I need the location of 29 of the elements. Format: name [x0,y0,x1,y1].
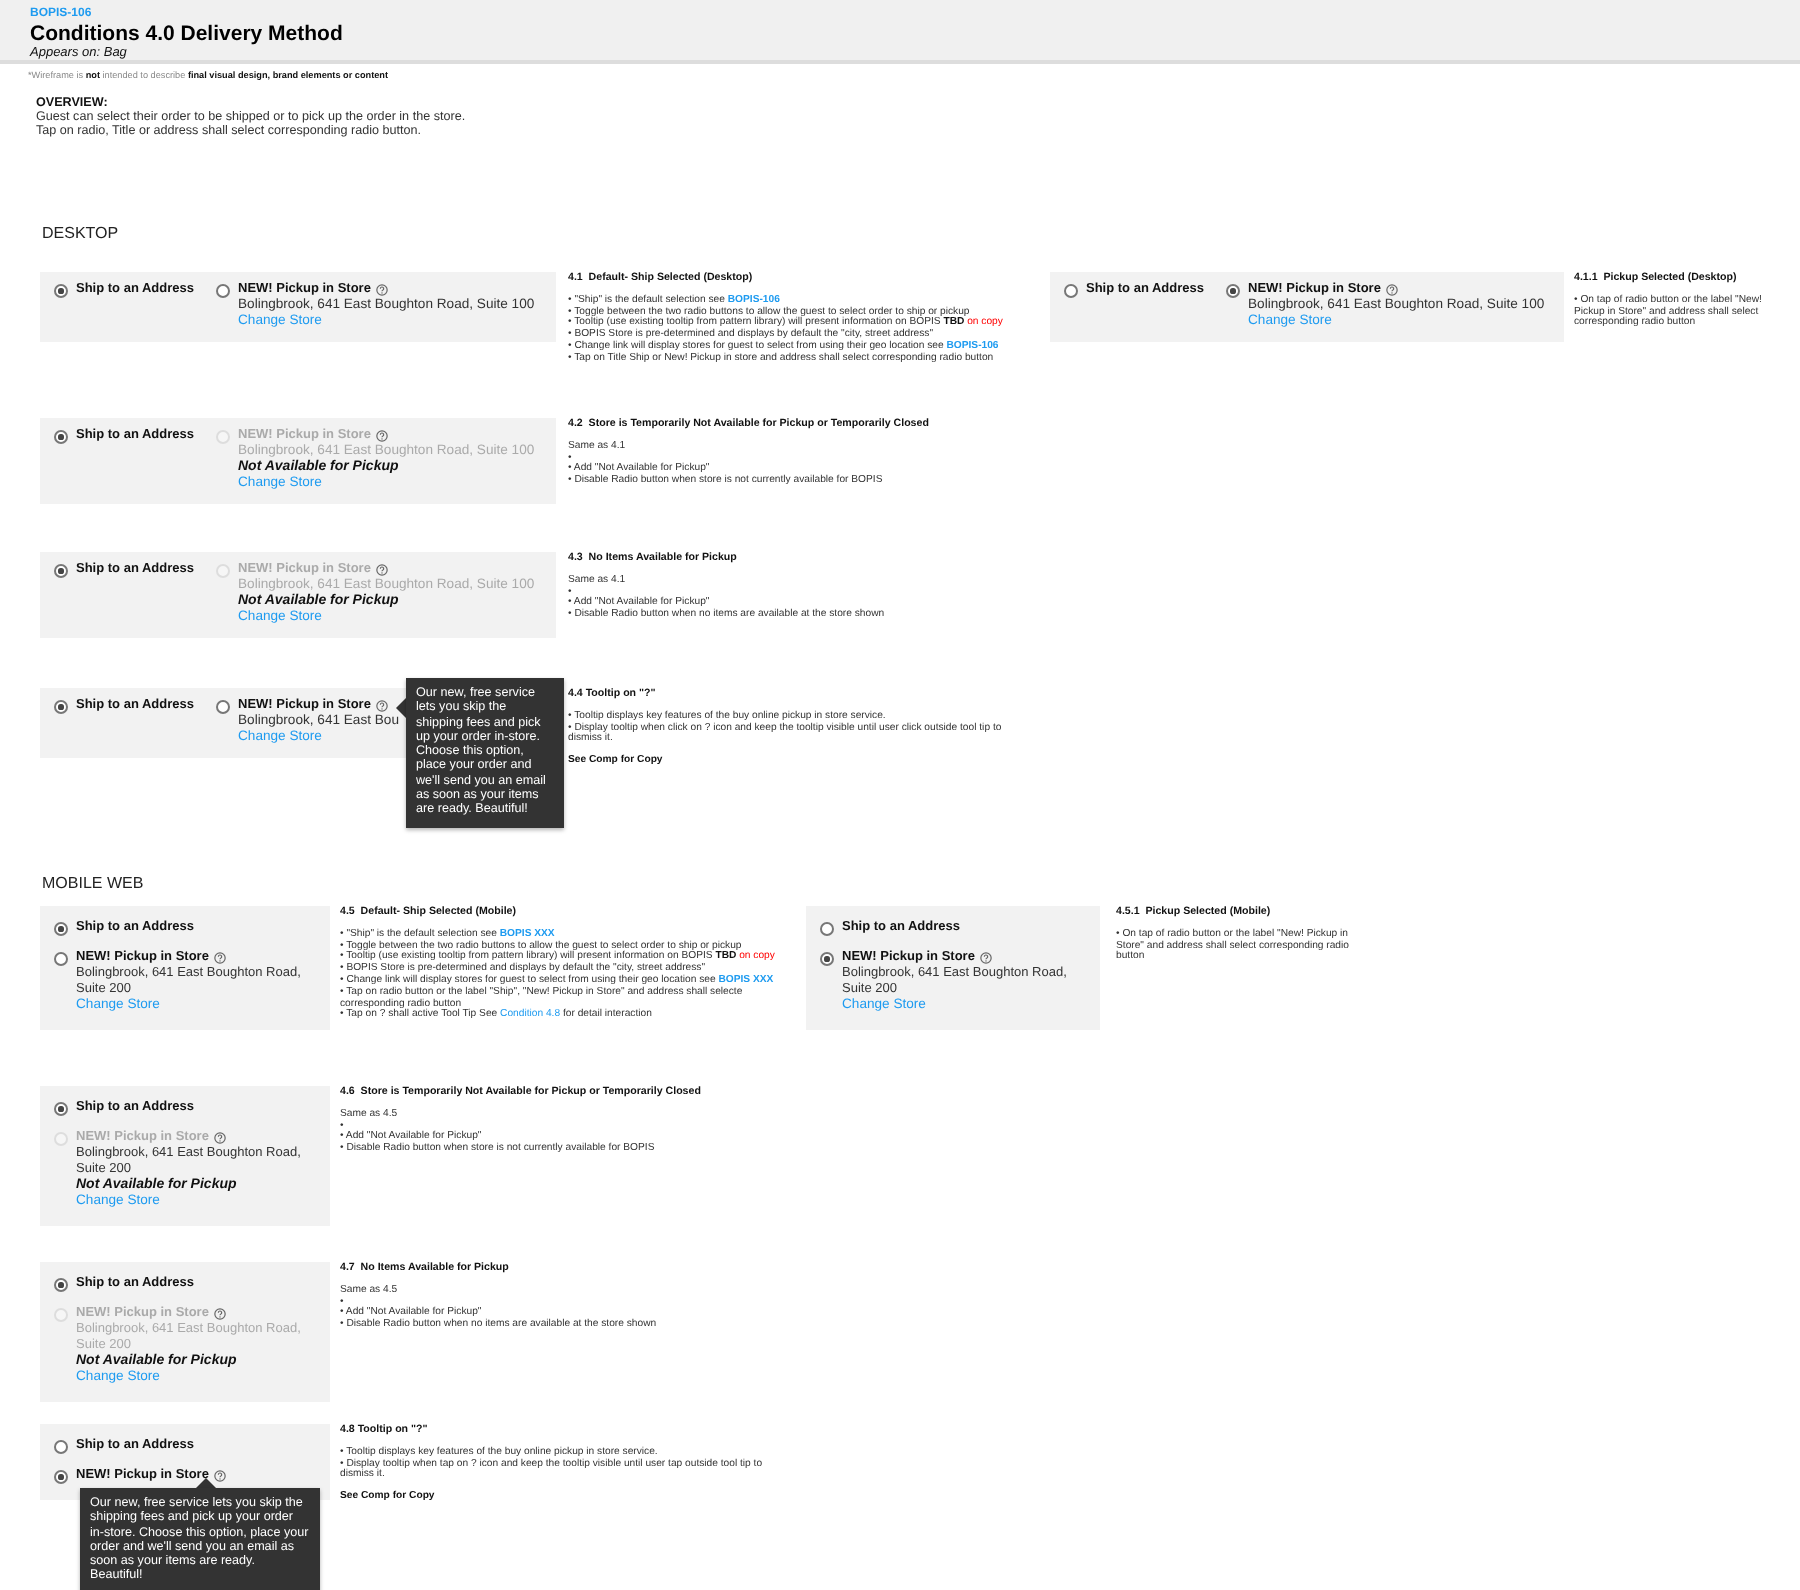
radio-button[interactable] [1064,284,1078,298]
help-icon[interactable] [376,564,389,576]
radio-button[interactable] [54,952,68,966]
radio-button[interactable] [54,1440,68,1454]
radio-button[interactable] [54,922,68,936]
radio-button[interactable] [216,700,230,714]
radio-button[interactable] [820,952,834,966]
radio-button[interactable] [54,284,68,298]
radio-button[interactable] [1226,284,1240,298]
help-icon[interactable] [214,1308,227,1320]
radio-button[interactable] [54,1102,68,1116]
section-heading: MOBILE WEB [42,874,146,894]
help-icon[interactable] [214,1470,227,1482]
radio-button[interactable] [820,922,834,936]
help-icon[interactable] [980,952,993,964]
help-icon[interactable] [214,952,227,964]
section-heading: DESKTOP [42,224,121,244]
radio-button[interactable] [54,1470,68,1484]
help-icon[interactable] [376,430,389,442]
help-icon[interactable] [1386,284,1399,296]
help-icon[interactable] [376,284,389,296]
help-icon[interactable] [214,1132,227,1144]
radio-button[interactable] [54,430,68,444]
radio-button[interactable] [54,1278,68,1292]
page-title: Conditions 4.0 Delivery Method [30,22,345,46]
radio-button[interactable] [54,564,68,578]
help-icon[interactable] [376,700,389,712]
radio-button[interactable] [54,700,68,714]
radio-button[interactable] [216,284,230,298]
